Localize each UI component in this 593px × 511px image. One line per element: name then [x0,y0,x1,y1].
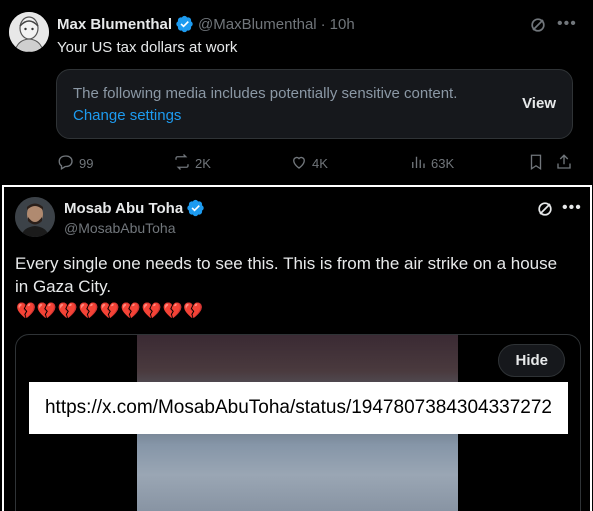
views-icon [409,153,427,174]
grok-icon[interactable] [535,199,555,224]
broken-heart-emojis: 💔💔💔💔💔💔💔💔💔 [16,303,205,320]
verified-badge-icon [176,15,194,33]
sensitive-notice: The following media includes potentially… [73,85,458,102]
avatar-image [9,12,49,52]
tweet-mosab-abu-toha[interactable]: Mosab Abu Toha @MosabAbuToha ••• Every s… [2,185,592,511]
change-settings-link[interactable]: Change settings [73,107,181,124]
reply-icon [57,153,75,174]
tweet-header: Max Blumenthal @MaxBlumenthal · 10h [57,15,355,33]
author-name[interactable]: Max Blumenthal [57,16,172,33]
status-url[interactable]: https://x.com/MosabAbuToha/status/194780… [29,382,568,434]
avatar[interactable] [15,197,55,237]
like-count: 4K [312,156,328,171]
repost-count: 2K [195,156,211,171]
bookmark-icon[interactable] [527,153,545,171]
author-name[interactable]: Mosab Abu Toha [64,200,183,217]
more-icon[interactable]: ••• [562,199,582,217]
separator-dot: · [320,15,326,33]
share-icon[interactable] [555,153,573,171]
grok-icon[interactable] [528,15,548,40]
author-handle[interactable]: @MosabAbuToha [64,220,176,236]
view-button[interactable]: View [522,95,556,112]
views-count: 63K [431,156,455,171]
heart-icon [290,153,308,174]
repost-button[interactable]: 2K [173,153,211,174]
tweet-text: Your US tax dollars at work [57,39,238,56]
reply-count: 99 [79,156,94,171]
views-button[interactable]: 63K [409,153,454,174]
repost-icon [173,153,191,174]
avatar[interactable] [9,12,49,52]
tweet-text: Every single one needs to see this. This… [15,254,558,296]
tweet-max-blumenthal[interactable]: Max Blumenthal @MaxBlumenthal · 10h ••• … [0,0,593,183]
verified-badge-icon [187,199,205,217]
hide-button[interactable]: Hide [498,344,565,377]
avatar-image [15,197,55,237]
author-handle[interactable]: @MaxBlumenthal [198,16,317,33]
more-icon[interactable]: ••• [557,15,577,33]
tweet-header: Mosab Abu Toha [64,199,205,217]
timestamp[interactable]: 10h [330,16,355,33]
reply-button[interactable]: 99 [57,153,93,174]
sensitive-media-warning: The following media includes potentially… [56,69,573,139]
like-button[interactable]: 4K [290,153,328,174]
